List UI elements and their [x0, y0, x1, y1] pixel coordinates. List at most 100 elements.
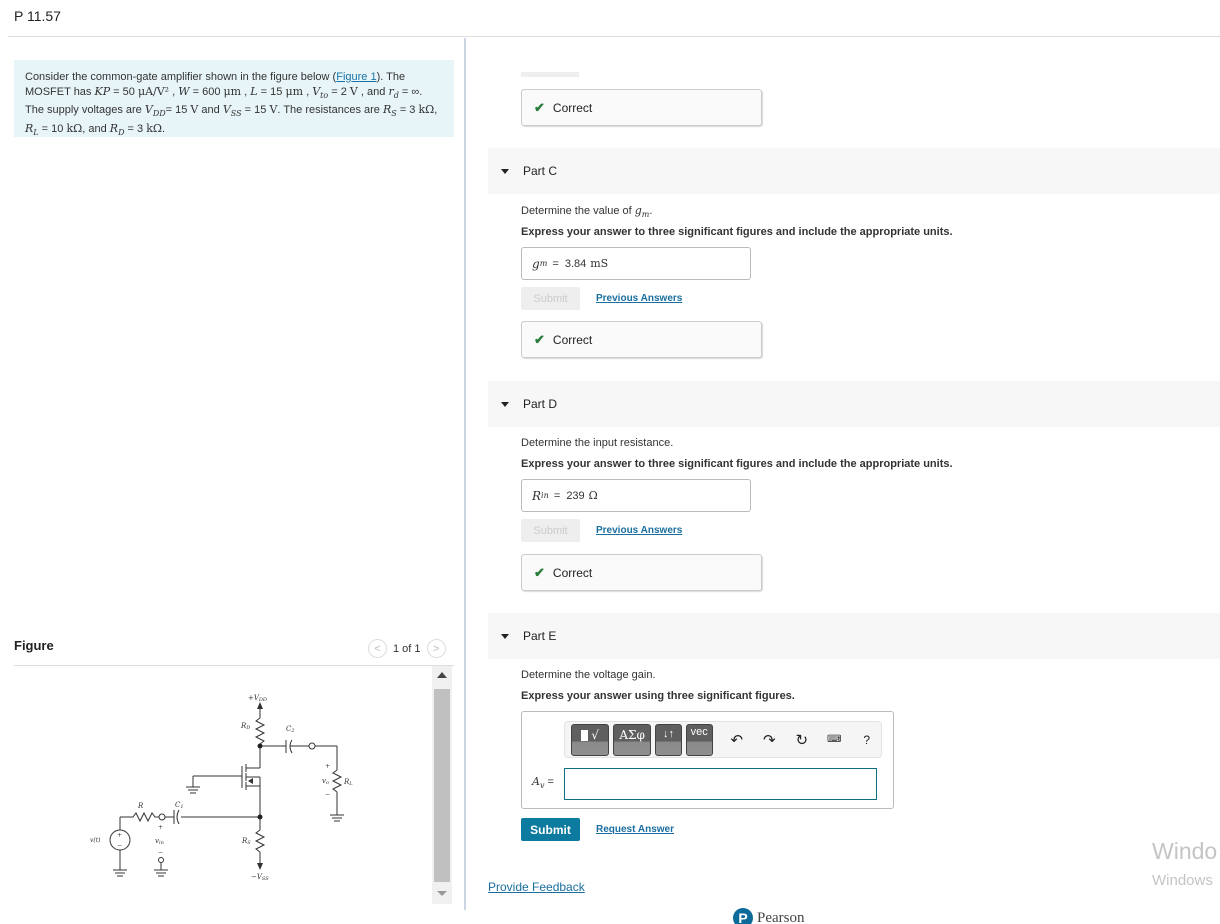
resistor-r — [120, 811, 159, 823]
check-icon: ✔ — [534, 331, 545, 347]
column-divider — [464, 38, 466, 910]
mosfet-arrow — [248, 778, 253, 784]
part-d-feedback: ✔ Correct — [521, 554, 762, 591]
undo-icon[interactable]: ↶ — [723, 731, 751, 749]
scroll-up-icon[interactable] — [437, 672, 447, 678]
label-vin-plus: + — [158, 824, 163, 831]
part-d-header[interactable]: Part D — [488, 381, 1220, 427]
greek-symbols-button[interactable]: ΑΣφ — [613, 723, 652, 756]
kohm-unit: kΩ — [66, 121, 83, 135]
vto-value: = 2 — [328, 85, 350, 98]
kohm-unit: kΩ — [418, 103, 435, 117]
w-value: = 600 — [189, 85, 224, 98]
voltage-gain-input[interactable] — [564, 768, 877, 800]
figure-pagination: < 1 of 1 > — [368, 639, 446, 658]
w-unit: μm — [223, 84, 242, 98]
feedback-status: Correct — [552, 332, 593, 347]
label-rd: RD — [240, 722, 250, 731]
rs-value: = 3 — [396, 104, 419, 117]
problem-text: and — [198, 104, 223, 117]
question-sub: m — [641, 210, 650, 220]
source-node — [257, 814, 263, 820]
part-e-instruction: Express your answer using three signific… — [521, 690, 795, 702]
drain-node — [257, 743, 263, 749]
kp-symbol: KP — [94, 84, 111, 98]
l-unit: μm — [285, 84, 304, 98]
check-icon: ✔ — [534, 564, 545, 580]
caret-down-icon — [501, 168, 509, 174]
problem-statement: Consider the common-gate amplifier shown… — [14, 60, 454, 137]
label-vo-minus: − — [325, 791, 330, 798]
provide-feedback-link[interactable]: Provide Feedback — [488, 880, 585, 894]
scroll-down-icon[interactable] — [437, 891, 447, 896]
label-vin-minus: − — [158, 849, 163, 856]
help-icon[interactable]: ? — [853, 733, 881, 747]
part-c-previous-answers-link[interactable]: Previous Answers — [596, 293, 682, 304]
answer-var: A — [532, 775, 540, 788]
label-c2: C2 — [286, 725, 295, 734]
part-label: Part D — [523, 397, 558, 411]
part-c-instruction: Express your answer to three significant… — [521, 226, 953, 238]
vector-button[interactable]: vec — [685, 723, 713, 756]
figure-link[interactable]: Figure 1 — [336, 71, 376, 83]
part-c-question: Determine the value of gm. — [521, 204, 653, 220]
sqrt-icon: √ — [591, 727, 599, 742]
part-d-submit-button[interactable]: Submit — [521, 519, 580, 542]
vss-symbol: V — [222, 103, 231, 117]
pearson-name: Pearson — [757, 909, 805, 924]
math-toolbar: √ ΑΣφ ↓↑ vec ↶ ↷ ↻ ⌨ ? — [564, 721, 882, 758]
part-c-submit-button[interactable]: Submit — [521, 287, 580, 310]
part-d-question: Determine the input resistance. — [521, 437, 674, 449]
keyboard-icon[interactable]: ⌨ — [820, 734, 848, 745]
rl-value: = 10 — [38, 122, 67, 135]
label-vin: vin — [155, 837, 164, 846]
question-text: Determine the value of — [521, 205, 635, 217]
answer-sub: m — [539, 259, 548, 268]
chevron-left-icon[interactable]: < — [368, 639, 387, 658]
figure-counter: 1 of 1 — [393, 642, 421, 655]
resistor-rs — [254, 829, 266, 853]
source-plus: + — [117, 832, 122, 839]
figure-scrollbar[interactable] — [432, 666, 452, 904]
vdd-arrow — [257, 702, 263, 709]
answer-eq: = — [544, 776, 554, 788]
part-d-previous-answers-link[interactable]: Previous Answers — [596, 525, 682, 536]
vto-sub: to — [320, 90, 329, 100]
kohm-unit: kΩ — [146, 121, 162, 135]
part-d-answer-field[interactable]: Rin = 239 Ω — [521, 479, 751, 512]
scroll-thumb[interactable] — [434, 689, 450, 882]
part-c-header[interactable]: Part C — [488, 148, 1220, 194]
part-e-header[interactable]: Part E — [488, 613, 1220, 659]
answer-eq: = — [549, 257, 562, 270]
part-c-answer-field[interactable]: gm = 3.84 mS — [521, 247, 751, 280]
answer-eq: = — [550, 489, 564, 502]
input-terminal — [158, 813, 166, 821]
previous-part-stub — [521, 72, 579, 77]
redo-icon[interactable]: ↷ — [755, 731, 783, 749]
windows-activation-watermark-sub: Windows — [1152, 872, 1213, 889]
pearson-brand: P Pearson — [733, 908, 805, 924]
pearson-logo-icon: P — [733, 908, 753, 924]
source-minus: − — [117, 842, 122, 849]
vss-value: = 15 — [241, 104, 270, 117]
chevron-right-icon[interactable]: > — [426, 639, 446, 658]
problem-text: . — [162, 122, 166, 135]
label-rl: RL — [343, 778, 353, 787]
av-label: Av = — [532, 775, 554, 790]
caret-down-icon — [501, 633, 509, 639]
answer-var: R — [532, 488, 542, 503]
question-var: g — [634, 204, 642, 217]
answer-value: 3.84 — [564, 257, 587, 270]
vss-arrow — [257, 863, 263, 870]
templates-button[interactable]: √ — [571, 723, 610, 756]
caret-down-icon — [501, 401, 509, 407]
vdd-value: = 15 — [165, 104, 191, 117]
label-source: v(t) — [90, 837, 101, 844]
part-e-submit-button[interactable]: Submit — [521, 818, 580, 841]
reset-icon[interactable]: ↻ — [788, 731, 816, 749]
output-terminal — [308, 742, 316, 750]
arrows-button[interactable]: ↓↑ — [655, 723, 682, 756]
part-e-question: Determine the voltage gain. — [521, 669, 656, 681]
request-answer-link[interactable]: Request Answer — [596, 824, 674, 835]
page-title: P 11.57 — [14, 8, 61, 24]
